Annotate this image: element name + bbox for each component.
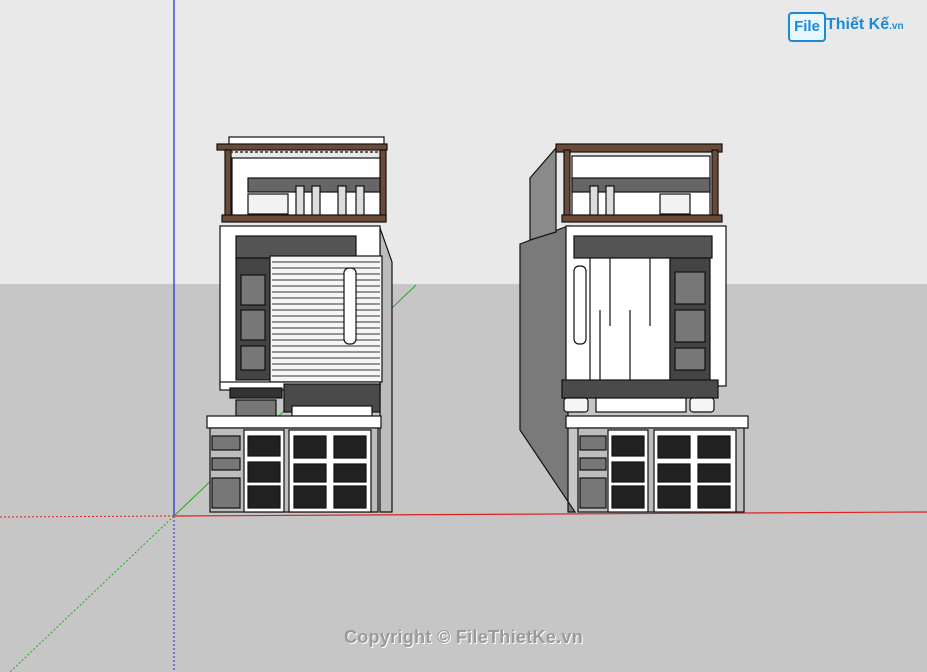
ground-plane	[0, 284, 927, 672]
logo-brand-text: Thiết Kế	[826, 16, 890, 33]
logo-domain: .vn	[889, 21, 904, 32]
building-front-view[interactable]	[206, 136, 393, 513]
model-scene[interactable]	[0, 0, 927, 672]
building-side-view[interactable]	[519, 143, 749, 513]
logo-file-box: File	[788, 12, 826, 42]
brand-logo: File Thiết Kế.vn	[788, 10, 904, 44]
logo-brand: Thiết Kế.vn	[826, 16, 904, 34]
copyright-watermark: Copyright © FileThietKe.vn	[343, 627, 584, 647]
3d-viewport[interactable]: File Thiết Kế.vn Copyright © FileThietKe…	[0, 0, 927, 672]
